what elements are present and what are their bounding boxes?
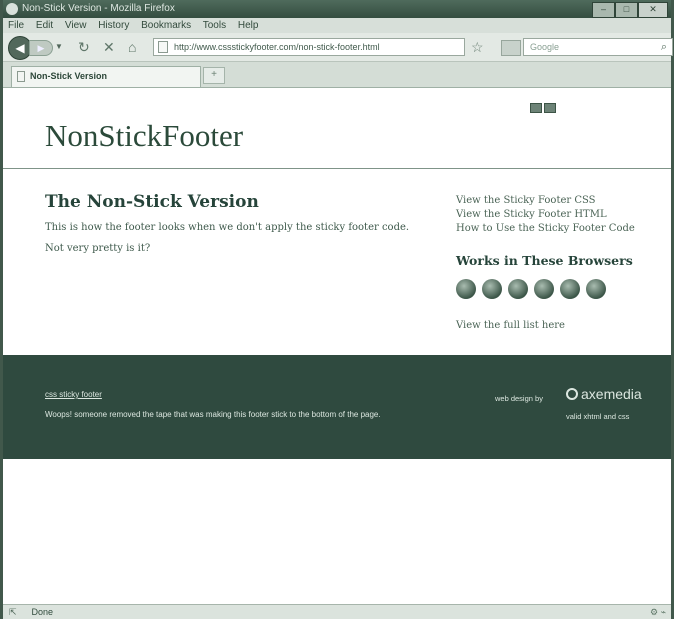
tab-bar: Non-Stick Version +	[3, 62, 671, 88]
menu-help[interactable]: Help	[238, 20, 259, 31]
menu-bar: File Edit View History Bookmarks Tools H…	[3, 18, 671, 33]
tab-label: Non-Stick Version	[30, 71, 108, 81]
footer-text: Woops! someone removed the tape that was…	[45, 410, 381, 419]
page-icon	[17, 71, 25, 82]
history-dropdown-icon[interactable]: ▼	[55, 42, 63, 51]
address-bar[interactable]: http://www.cssstickyfooter.com/non-stick…	[153, 38, 465, 56]
safari-icon	[482, 279, 502, 299]
link-sticky-footer-css[interactable]: View the Sticky Footer CSS	[456, 194, 635, 208]
header-divider	[3, 168, 671, 169]
axemedia-logo[interactable]: axemedia	[566, 386, 642, 402]
close-button[interactable]: ✕	[638, 2, 668, 18]
minimize-button[interactable]: –	[592, 2, 615, 18]
page-icon	[158, 41, 168, 53]
window-controls: – □ ✕	[592, 2, 668, 18]
menu-bookmarks[interactable]: Bookmarks	[141, 20, 191, 31]
navigation-toolbar: ◀ ▶ ▼ ↻ ✕ ⌂ http://www.cssstickyfooter.c…	[3, 33, 673, 62]
menu-history[interactable]: History	[98, 20, 129, 31]
menu-edit[interactable]: Edit	[36, 20, 53, 31]
footer-link[interactable]: css sticky footer	[45, 390, 102, 399]
status-icon: ⇱	[9, 607, 17, 617]
opera-icon	[534, 279, 554, 299]
ie-icon	[508, 279, 528, 299]
intro-text-2: Not very pretty is it?	[45, 243, 151, 254]
site-logo[interactable]: NonStickFooter	[45, 118, 243, 154]
forward-button[interactable]: ▶	[29, 40, 53, 56]
reload-icon[interactable]: ↻	[78, 39, 90, 56]
title-bar: Non-Stick Version - Mozilla Firefox – □ …	[3, 0, 671, 18]
url-text: http://www.cssstickyfooter.com/non-stick…	[174, 42, 380, 52]
bookmark-star-icon[interactable]: ☆	[471, 39, 484, 56]
axemedia-icon	[566, 388, 578, 400]
intro-text: This is how the footer looks when we don…	[45, 222, 410, 233]
axemedia-label: axemedia	[581, 386, 642, 402]
new-tab-button[interactable]: +	[203, 67, 225, 84]
tab-non-stick-version[interactable]: Non-Stick Version	[11, 66, 201, 87]
chrome-icon	[560, 279, 580, 299]
firefox-icon	[456, 279, 476, 299]
menu-view[interactable]: View	[65, 20, 87, 31]
status-addon-icons: ⚙ ⌁	[650, 607, 666, 617]
browser-icon-list	[456, 279, 606, 299]
full-list-link[interactable]: View the full list here	[456, 320, 565, 331]
home-icon[interactable]: ⌂	[128, 39, 136, 55]
browsers-heading: Works in These Browsers	[456, 253, 633, 268]
search-input[interactable]: Google ⌕	[523, 38, 673, 56]
web-page: NonStickFooter The Non-Stick Version Thi…	[3, 88, 671, 604]
page-footer: css sticky footer Woops! someone removed…	[3, 355, 671, 459]
validate-link[interactable]: valid xhtml and css	[566, 412, 629, 421]
menu-file[interactable]: File	[8, 20, 24, 31]
stop-icon[interactable]: ✕	[103, 39, 115, 56]
language-icons	[530, 103, 556, 113]
link-how-to-use[interactable]: How to Use the Sticky Footer Code	[456, 222, 635, 236]
search-icon[interactable]: ⌕	[661, 39, 667, 55]
maximize-button[interactable]: □	[615, 2, 638, 18]
link-sticky-footer-html[interactable]: View the Sticky Footer HTML	[456, 208, 635, 222]
menu-tools[interactable]: Tools	[203, 20, 226, 31]
sidebar-links: View the Sticky Footer CSS View the Stic…	[456, 194, 635, 236]
konqueror-icon	[586, 279, 606, 299]
firefox-icon	[6, 3, 18, 15]
search-engine-selector[interactable]	[501, 40, 521, 56]
search-placeholder: Google	[530, 42, 560, 52]
webdesign-credit: web design by	[495, 394, 543, 403]
flag-icon[interactable]	[544, 103, 556, 113]
status-bar: ⇱ Done ⚙ ⌁	[3, 604, 671, 619]
status-text: Done	[31, 607, 54, 617]
page-heading: The Non-Stick Version	[45, 192, 259, 212]
browser-window: Non-Stick Version - Mozilla Firefox – □ …	[0, 0, 674, 619]
flag-icon[interactable]	[530, 103, 542, 113]
window-title: Non-Stick Version - Mozilla Firefox	[22, 3, 175, 14]
